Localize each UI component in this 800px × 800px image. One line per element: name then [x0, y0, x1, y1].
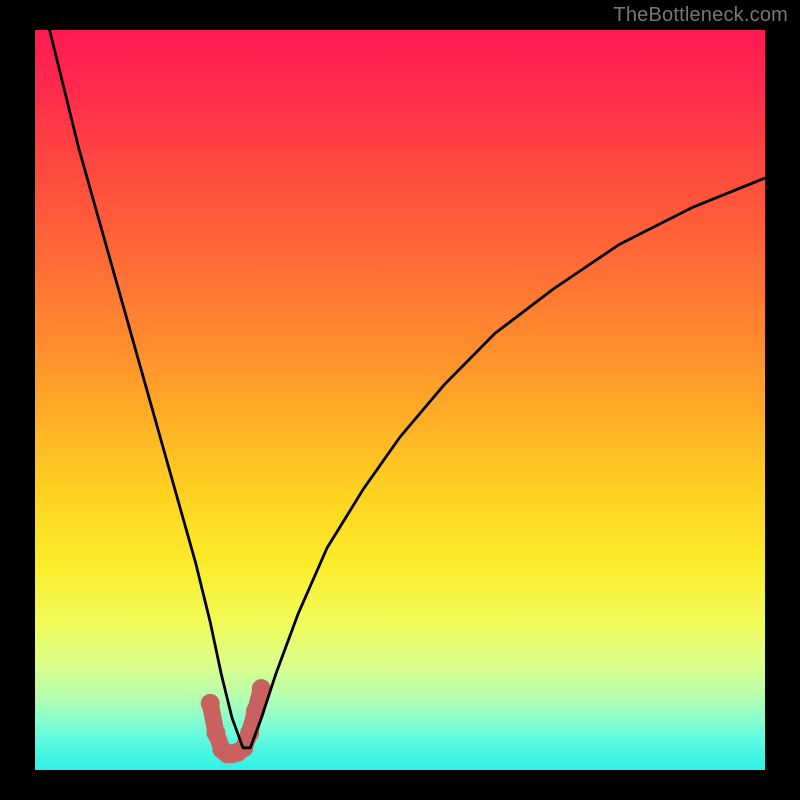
plot-area — [35, 30, 765, 770]
bottleneck-curve — [50, 30, 765, 748]
plot-overlay — [35, 30, 765, 770]
highlight-dot — [201, 694, 220, 713]
highlight-dot — [207, 724, 226, 743]
chart-container: TheBottleneck.com — [0, 0, 800, 800]
attribution-text: TheBottleneck.com — [613, 4, 788, 27]
